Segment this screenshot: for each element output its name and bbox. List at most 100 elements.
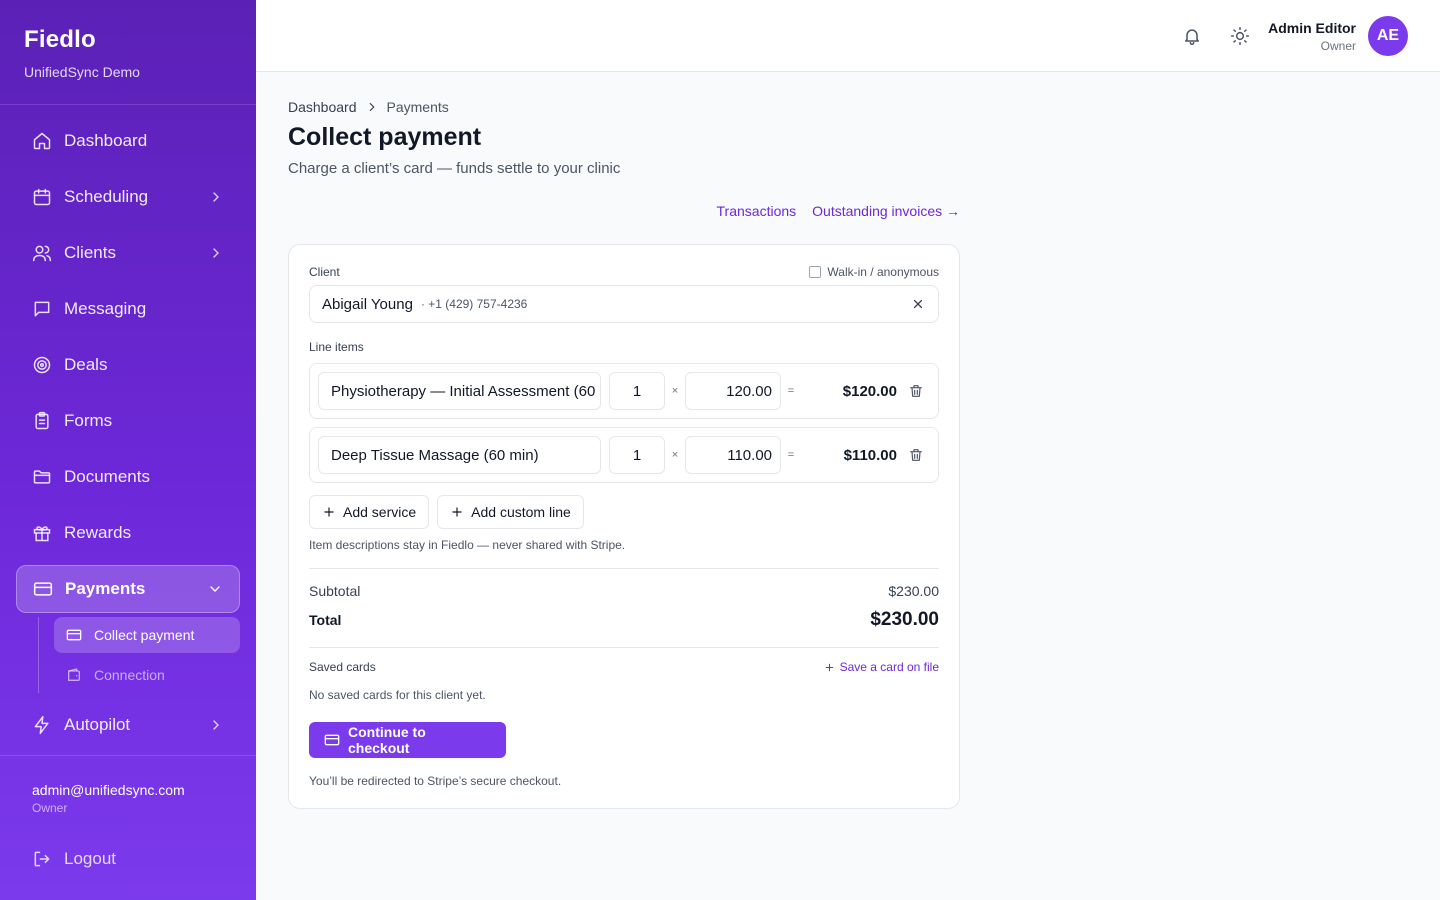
user-email: admin@unifiedsync.com (32, 782, 185, 798)
sidebar-item-rewards[interactable]: Rewards (16, 509, 240, 557)
chevron-right-icon (365, 100, 379, 114)
sidebar-item-forms[interactable]: Forms (16, 397, 240, 445)
line-item-actions: Add service Add custom line (309, 495, 939, 529)
sidebar-item-label: Scheduling (64, 187, 149, 206)
total-value: $230.00 (870, 609, 939, 630)
brand: Fiedlo UnifiedSync Demo (0, 0, 256, 105)
folder-icon (32, 467, 52, 487)
sidebar-item-messaging[interactable]: Messaging (16, 285, 240, 333)
sidebar-item-autopilot[interactable]: Autopilot (16, 701, 240, 749)
wallet-icon (66, 667, 82, 683)
times-symbol: × (671, 449, 679, 461)
outstanding-invoices-link[interactable]: Outstanding invoices → (812, 203, 960, 219)
home-icon (32, 131, 52, 151)
add-custom-line-button[interactable]: Add custom line (437, 495, 584, 529)
sidebar-item-clients[interactable]: Clients (16, 229, 240, 277)
line-items-label: Line items (309, 340, 364, 354)
save-card-label: Save a card on file (839, 660, 939, 674)
line-item: Physiotherapy — Initial Assessment (60 m… (309, 363, 939, 419)
add-service-button[interactable]: Add service (309, 495, 430, 529)
no-saved-cards-text: No saved cards for this client yet. (309, 688, 486, 702)
total-label: Total (309, 612, 342, 628)
user-menu[interactable]: Admin Editor Owner (1268, 20, 1356, 53)
sidebar-item-deals[interactable]: Deals (16, 341, 240, 389)
line-item-amount: $110.00 (843, 446, 897, 464)
walk-in-checkbox[interactable] (809, 266, 822, 278)
close-icon[interactable] (910, 296, 926, 312)
page-subtitle: Charge a client’s card — funds settle to… (288, 160, 621, 177)
saved-cards-label: Saved cards (309, 660, 376, 674)
equals-symbol: = (787, 449, 795, 461)
sidebar-subitem-label: Collect payment (94, 627, 195, 643)
breadcrumb: Dashboard Payments (288, 99, 960, 115)
line-item-quantity-input[interactable]: 1 (609, 372, 665, 410)
total-row: Total $230.00 (309, 609, 939, 631)
divider (309, 568, 939, 569)
avatar[interactable]: AE (1368, 16, 1408, 56)
transactions-link[interactable]: Transactions (717, 203, 797, 219)
equals-symbol: = (787, 385, 795, 397)
continue-to-checkout-button[interactable]: Continue to checkout (309, 722, 506, 758)
sidebar-item-documents[interactable]: Documents (16, 453, 240, 501)
logout-button[interactable]: Logout (32, 849, 116, 869)
plus-icon (450, 505, 464, 519)
line-item-description-input[interactable]: Deep Tissue Massage (60 min) (318, 436, 601, 474)
logout-icon (32, 849, 52, 869)
bell-icon[interactable] (1180, 24, 1204, 48)
user-role: Owner (1320, 39, 1356, 53)
logout-label: Logout (64, 849, 116, 868)
chevron-down-icon (207, 581, 223, 597)
walk-in-label: Walk-in / anonymous (827, 265, 939, 279)
saved-cards-header: Saved cards Save a card on file (309, 660, 939, 674)
divider (309, 647, 939, 648)
client-name: Abigail Young (322, 295, 413, 313)
times-symbol: × (671, 385, 679, 397)
line-item: Deep Tissue Massage (60 min) 1 × 110.00 … (309, 427, 939, 483)
brand-subtitle: UnifiedSync Demo (24, 64, 140, 80)
sidebar-item-scheduling[interactable]: Scheduling (16, 173, 240, 221)
line-item-price-input[interactable]: 120.00 (685, 372, 781, 410)
theme-toggle-sun-icon[interactable] (1228, 24, 1252, 48)
line-item-description-input[interactable]: Physiotherapy — Initial Assessment (60 m… (318, 372, 601, 410)
target-icon (32, 355, 52, 375)
line-item-quantity-input[interactable]: 1 (609, 436, 665, 474)
save-card-link[interactable]: Save a card on file (824, 660, 939, 674)
gift-icon (32, 523, 52, 543)
sidebar-item-label: Deals (64, 355, 108, 374)
sidebar-item-label: Clients (64, 243, 116, 262)
sidebar-item-label: Dashboard (64, 131, 148, 150)
credit-card-icon (324, 732, 340, 748)
message-icon (32, 299, 52, 319)
sidebar-subitem-connection[interactable]: Connection (54, 657, 240, 693)
redirect-note: You’ll be redirected to Stripe’s secure … (309, 774, 562, 788)
credit-card-icon (33, 579, 53, 599)
sidebar-item-dashboard[interactable]: Dashboard (16, 117, 240, 165)
main-content: Dashboard Payments Collect payment Charg… (288, 72, 960, 809)
sidebar: Fiedlo UnifiedSync Demo Dashboard Schedu… (0, 0, 256, 900)
subtotal-row: Subtotal $230.00 (309, 583, 939, 599)
chevron-right-icon (208, 189, 224, 205)
walk-in-toggle[interactable]: Walk-in / anonymous (809, 265, 939, 279)
sidebar-item-label: Messaging (64, 299, 147, 318)
sidebar-nav: Dashboard Scheduling Clients Messaging D… (16, 117, 240, 757)
breadcrumb-dashboard[interactable]: Dashboard (288, 99, 357, 115)
breadcrumb-current: Payments (386, 99, 449, 115)
page-links: Transactions Outstanding invoices → (288, 203, 960, 219)
payments-subnav: Collect payment Connection (38, 617, 240, 693)
trash-icon[interactable] (907, 446, 925, 464)
line-item-amount: $120.00 (842, 382, 897, 400)
plus-icon (825, 663, 833, 671)
subtotal-label: Subtotal (309, 583, 361, 599)
sidebar-subitem-label: Connection (94, 667, 165, 683)
client-select[interactable]: Abigail Young · +1 (429) 757-4236 (309, 285, 939, 323)
line-item-price-input[interactable]: 110.00 (685, 436, 781, 474)
client-label: Client (309, 265, 340, 279)
add-service-label: Add service (343, 504, 417, 520)
sidebar-item-label: Autopilot (64, 715, 131, 734)
trash-icon[interactable] (907, 382, 925, 400)
sidebar-item-label: Payments (65, 579, 146, 598)
sidebar-subitem-collect-payment[interactable]: Collect payment (54, 617, 240, 653)
chevron-right-icon (208, 717, 224, 733)
users-icon (32, 243, 52, 263)
sidebar-item-payments[interactable]: Payments (16, 565, 240, 613)
